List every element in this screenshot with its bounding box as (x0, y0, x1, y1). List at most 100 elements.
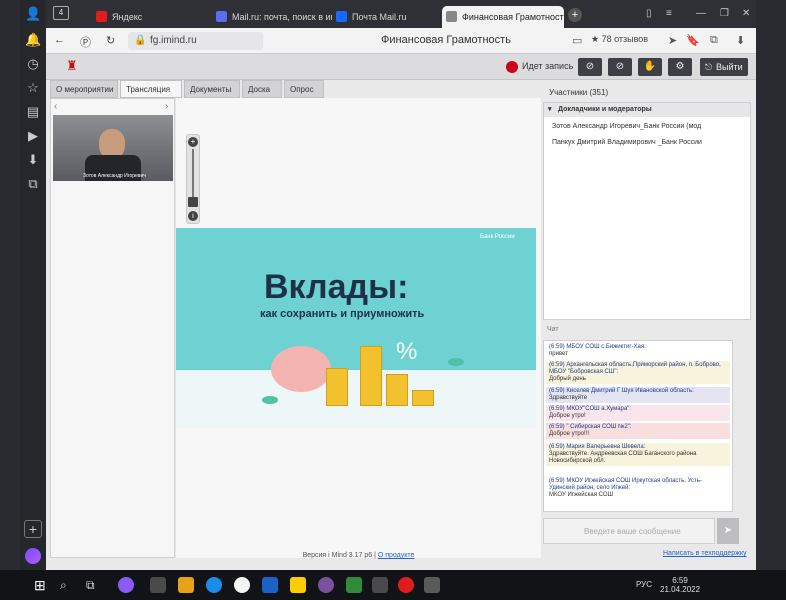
piggy-bank-icon (271, 346, 331, 392)
zoom-handle[interactable] (188, 197, 198, 207)
tab-documents[interactable]: Документы (184, 80, 240, 98)
clock[interactable]: 6:59 21.04.2022 (660, 576, 700, 594)
zoom-slider[interactable]: + ı (186, 134, 200, 224)
restore-icon[interactable]: ❐ (720, 8, 729, 19)
tab-poll[interactable]: Опрос (284, 80, 324, 98)
chat-text: Здравствуйте (549, 395, 588, 401)
imind-logo: ♜ (66, 58, 78, 73)
tab-label: Почта Mail.ru (352, 12, 407, 22)
tab-mail[interactable]: Почта Mail.ru (332, 6, 442, 28)
share-icon[interactable]: ➤ (668, 34, 677, 47)
chat-author: (6:59) МКОУ Игжейская СОШ Иркутская обла… (549, 478, 702, 491)
chevron-left-icon[interactable]: ‹ (54, 101, 57, 112)
zoom-out-icon[interactable]: ı (188, 211, 198, 221)
coin-stack-icon (386, 374, 408, 406)
chat-text: привет (549, 351, 568, 357)
record-icon (506, 61, 518, 73)
gear-icon[interactable]: ⚙ (668, 58, 692, 76)
reader-icon[interactable]: ▭ (572, 34, 582, 47)
app-icon[interactable] (150, 577, 166, 593)
chat-log: (6:59) МБОУ СОШ с.Бижиктиг-Хая: привет (6… (543, 340, 733, 512)
alice-taskbar-icon[interactable] (118, 577, 134, 593)
tab-mailru[interactable]: Mail.ru: почта, поиск в инт (212, 6, 332, 28)
chevron-down-icon: ▾ (548, 106, 552, 113)
reload-icon[interactable]: ↻ (106, 34, 115, 47)
close-icon[interactable]: ✕ (742, 8, 750, 19)
reviews-badge[interactable]: ★ 78 отзывов (591, 34, 648, 45)
mail-icon (336, 11, 347, 22)
alice-icon[interactable] (25, 548, 41, 564)
video-panel: ‹ › Зотов Александр Игоревич (50, 98, 175, 558)
history-icon[interactable]: ◷ (25, 56, 41, 72)
participant-row[interactable]: Зотов Александр Игоревич_Банк России (мо… (552, 121, 748, 133)
minimize-icon[interactable]: — (696, 8, 706, 19)
edge-icon[interactable] (206, 577, 222, 593)
exit-label: Выйти (716, 62, 743, 72)
bookmark-icon[interactable]: ▯ (646, 8, 652, 19)
participants-group[interactable]: ▾ Докладчики и модераторы (544, 103, 750, 117)
group-label: Докладчики и модераторы (558, 106, 652, 113)
profile-icon[interactable]: 👤 (25, 6, 41, 22)
play-icon[interactable]: ▶ (25, 128, 41, 144)
chevron-right-icon[interactable]: › (165, 101, 168, 112)
app2-icon[interactable] (346, 577, 362, 593)
tab-broadcast[interactable]: Трансляция (120, 80, 182, 98)
zoom-in-icon[interactable]: + (188, 137, 198, 147)
coin-stack-icon (360, 346, 382, 406)
chat-input[interactable]: Введите ваше сообщение (543, 518, 715, 544)
tab-fingram[interactable]: Финансовая Грамотност (442, 6, 564, 28)
speaker-video[interactable]: Зотов Александр Игоревич (53, 115, 173, 181)
task-view-icon[interactable]: ⧉ (86, 577, 102, 593)
chat-author: (6:59) Киселев Дмитрий Г Шуя Ивановской … (549, 388, 694, 394)
language-indicator[interactable]: РУС (636, 580, 652, 589)
notes-icon[interactable] (290, 577, 306, 593)
exit-button[interactable]: ⎋ Выйти (700, 58, 748, 76)
about-link[interactable]: О продукте (378, 552, 415, 559)
hand-icon[interactable]: ✋ (638, 58, 662, 76)
globe-icon (446, 11, 457, 22)
downloads-icon[interactable]: ⬇ (25, 152, 41, 168)
clock-date: 21.04.2022 (660, 585, 701, 594)
back-icon[interactable]: ← (54, 34, 65, 46)
leaf-icon (262, 396, 278, 404)
search-icon[interactable]: ⌕ (60, 577, 76, 593)
percent-icon: % (396, 338, 418, 365)
send-icon[interactable]: ➤ (717, 518, 739, 544)
participant-name: Панкух Дмитрий Владимирович _Банк России (552, 139, 702, 146)
ie-icon[interactable] (262, 577, 278, 593)
viber-icon[interactable] (318, 577, 334, 593)
url-field[interactable]: 🔒 fg.imind.ru (128, 32, 263, 50)
download-icon[interactable]: ⬇ (736, 34, 745, 47)
folder-icon[interactable] (178, 577, 194, 593)
tab-about[interactable]: О мероприятии (50, 80, 118, 98)
participant-row[interactable]: Панкух Дмитрий Владимирович _Банк России (552, 137, 748, 149)
protect-icon[interactable]: Ⓟ (80, 34, 91, 50)
menu-icon[interactable]: ≡ (666, 8, 672, 19)
camera-off-icon[interactable]: ⊘ (578, 58, 602, 76)
chat-message: (6:59) МКОУ"СОШ а.Хумара": Доброе утро! (546, 405, 730, 421)
tab-count-badge[interactable]: 4 (53, 6, 69, 20)
new-tab-button[interactable]: + (568, 8, 582, 22)
yandex-browser-icon[interactable] (234, 577, 250, 593)
app4-icon[interactable] (424, 577, 440, 593)
star-icon[interactable]: ☆ (25, 80, 41, 96)
windows-start-icon[interactable]: ⊞ (34, 577, 50, 593)
bell-icon[interactable]: 🔔 (25, 32, 41, 48)
chat-message: (6:59) Киселев Дмитрий Г Шуя Ивановской … (546, 387, 730, 403)
collections-icon[interactable]: ▤ (25, 104, 41, 120)
tab-yandex[interactable]: Яндекс (92, 6, 212, 28)
app3-icon[interactable] (372, 577, 388, 593)
tab-board[interactable]: Доска (242, 80, 282, 98)
mic-off-icon[interactable]: ⊘ (608, 58, 632, 76)
bookmark-add-icon[interactable]: 🔖 (686, 34, 700, 47)
support-link[interactable]: Написать в техподдержку (663, 550, 747, 557)
collections-add-icon[interactable]: ⧉ (710, 34, 718, 47)
right-panel: Участники (351) ▾ Докладчики и модератор… (543, 86, 755, 566)
tab-label: Mail.ru: почта, поиск в инт (232, 12, 332, 22)
tab-bar: 4 Яндекс Mail.ru: почта, поиск в инт Поч… (46, 0, 756, 28)
yandex-taskbar-icon[interactable] (398, 577, 414, 593)
webinar-page: ♜ Идет запись ⊘ ⊘ ✋ ⚙ ⎋ Выйти О мероприя… (46, 54, 756, 570)
presentation-stage: + ı Банк России Вклады: как сохранить и … (176, 98, 541, 558)
add-panel-button[interactable]: + (24, 520, 42, 538)
screenshot-icon[interactable]: ⧉ (25, 176, 41, 192)
